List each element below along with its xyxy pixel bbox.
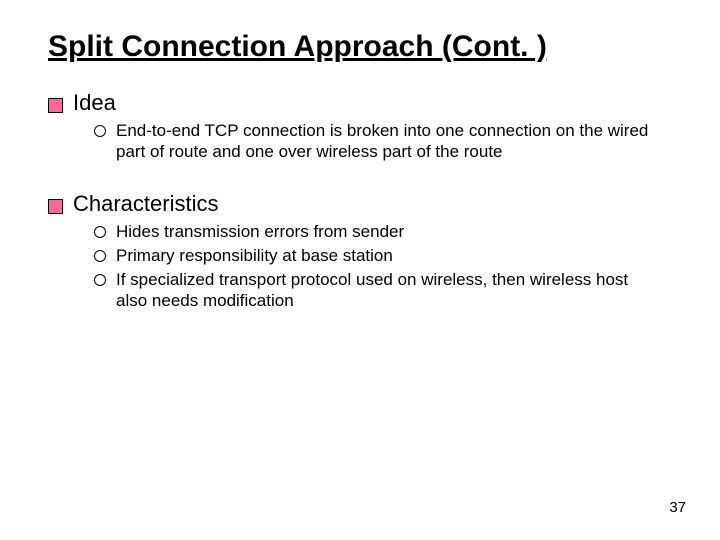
section-heading: Characteristics (48, 191, 672, 217)
circle-bullet-icon (94, 250, 106, 262)
square-bullet-icon (48, 199, 63, 214)
slide-title: Split Connection Approach (Cont. ) (48, 28, 672, 66)
section-heading: Idea (48, 90, 672, 116)
list-item-text: If specialized transport protocol used o… (116, 269, 652, 313)
section-heading-text: Idea (73, 90, 116, 116)
slide: Split Connection Approach (Cont. ) Idea … (0, 0, 720, 540)
list-item-text: Hides transmission errors from sender (116, 221, 404, 243)
list-item-text: End-to-end TCP connection is broken into… (116, 120, 652, 164)
spacer (48, 165, 672, 183)
circle-bullet-icon (94, 274, 106, 286)
list-item: End-to-end TCP connection is broken into… (94, 120, 652, 164)
page-number: 37 (669, 499, 686, 516)
circle-bullet-icon (94, 226, 106, 238)
list-item-text: Primary responsibility at base station (116, 245, 393, 267)
list-item: Hides transmission errors from sender (94, 221, 652, 243)
list-item: If specialized transport protocol used o… (94, 269, 652, 313)
section-heading-text: Characteristics (73, 191, 218, 217)
square-bullet-icon (48, 98, 63, 113)
circle-bullet-icon (94, 125, 106, 137)
list-item: Primary responsibility at base station (94, 245, 652, 267)
